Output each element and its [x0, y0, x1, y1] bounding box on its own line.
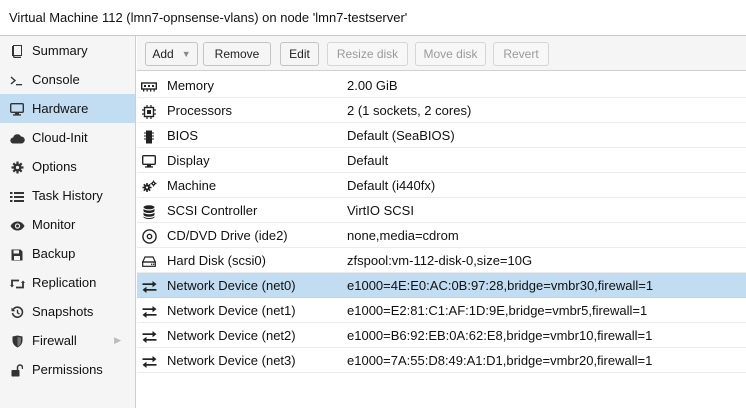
microchip-icon — [140, 123, 158, 148]
row-value: zfspool:vm-112-disk-0,size=10G — [347, 253, 533, 268]
add-button-label: Add — [152, 47, 174, 61]
table-row[interactable]: Processors 2 (1 sockets, 2 cores) — [137, 98, 746, 123]
resize-disk-button[interactable]: Resize disk — [327, 42, 408, 66]
sidebar-item-label: Cloud-Init — [32, 130, 88, 145]
revert-button[interactable]: Revert — [493, 42, 549, 66]
sidebar-item-cloud-init[interactable]: Cloud-Init — [0, 123, 135, 152]
gear-icon — [8, 152, 26, 181]
sidebar-item-label: Console — [32, 72, 80, 87]
book-icon — [8, 36, 26, 65]
row-value: 2.00 GiB — [347, 78, 398, 93]
list-icon — [8, 181, 26, 210]
edit-button[interactable]: Edit — [280, 42, 319, 66]
sidebar-item-label: Task History — [32, 188, 103, 203]
cogs-icon — [140, 173, 158, 198]
table-row[interactable]: Display Default — [137, 148, 746, 173]
sidebar-item-permissions[interactable]: Permissions — [0, 355, 135, 384]
row-value: none,media=cdrom — [347, 228, 459, 243]
table-row[interactable]: Network Device (net0) e1000=4E:E0:AC:0B:… — [137, 273, 746, 298]
hdd-icon — [140, 248, 158, 273]
sidebar-item-replication[interactable]: Replication — [0, 268, 135, 297]
row-name: Memory — [167, 78, 214, 93]
row-name: Processors — [167, 103, 233, 118]
row-name: CD/DVD Drive (ide2) — [167, 228, 288, 243]
row-name: Network Device (net0) — [167, 278, 296, 293]
row-value: e1000=B6:92:EB:0A:62:E8,bridge=vmbr10,fi… — [347, 328, 653, 343]
desktop-icon — [8, 94, 26, 123]
table-row[interactable]: BIOS Default (SeaBIOS) — [137, 123, 746, 148]
sidebar-item-monitor[interactable]: Monitor — [0, 210, 135, 239]
sidebar-item-label: Firewall — [32, 333, 77, 348]
row-name: Network Device (net1) — [167, 303, 296, 318]
shield-icon — [8, 326, 26, 355]
sidebar-item-label: Hardware — [32, 101, 89, 116]
sidebar-item-backup[interactable]: Backup — [0, 239, 135, 268]
row-value: Default (i440fx) — [347, 178, 436, 193]
row-value: e1000=E2:81:C1:AF:1D:9E,bridge=vmbr5,fir… — [347, 303, 648, 318]
floppy-icon — [8, 239, 26, 268]
row-name: SCSI Controller — [167, 203, 258, 218]
table-row[interactable]: SCSI Controller VirtIO SCSI — [137, 198, 746, 223]
sidebar-item-options[interactable]: Options — [0, 152, 135, 181]
sidebar-item-label: Replication — [32, 275, 97, 290]
exchange-icon — [140, 298, 158, 323]
sidebar-item-task-history[interactable]: Task History — [0, 181, 135, 210]
add-button[interactable]: Add ▼ — [145, 42, 198, 66]
database-icon — [140, 198, 158, 223]
history-icon — [8, 297, 26, 326]
sidebar-item-label: Snapshots — [32, 304, 94, 319]
sidebar-item-label: Options — [32, 159, 77, 174]
row-value: e1000=4E:E0:AC:0B:97:28,bridge=vmbr30,fi… — [347, 278, 654, 293]
terminal-icon — [8, 65, 26, 94]
move-disk-button[interactable]: Move disk — [415, 42, 486, 66]
row-name: Display — [167, 153, 210, 168]
retweet-icon — [8, 268, 26, 297]
sidebar-item-label: Permissions — [32, 362, 103, 377]
memory-icon — [140, 73, 158, 98]
cdrom-icon — [140, 223, 158, 248]
sidebar-item-label: Summary — [32, 43, 88, 58]
row-name: BIOS — [167, 128, 199, 143]
sidebar-item-label: Backup — [32, 246, 76, 261]
exchange-icon — [140, 323, 158, 348]
table-row[interactable]: Machine Default (i440fx) — [137, 173, 746, 198]
exchange-icon — [140, 273, 158, 298]
hardware-toolbar: Add ▼ Remove Edit Resize disk Move disk R… — [137, 36, 746, 71]
table-row[interactable]: Network Device (net3) e1000=7A:55:D8:49:… — [137, 348, 746, 373]
sidebar-item-firewall[interactable]: Firewall ▶ — [0, 326, 135, 355]
row-name: Machine — [167, 178, 217, 193]
row-value: e1000=7A:55:D8:49:A1:D1,bridge=vmbr20,fi… — [347, 353, 653, 368]
sidebar-item-snapshots[interactable]: Snapshots — [0, 297, 135, 326]
exchange-icon — [140, 348, 158, 373]
row-value: Default (SeaBIOS) — [347, 128, 455, 143]
chevron-down-icon: ▼ — [181, 49, 191, 59]
row-name: Hard Disk (scsi0) — [167, 253, 266, 268]
desktop-icon — [140, 148, 158, 173]
table-row[interactable]: Network Device (net2) e1000=B6:92:EB:0A:… — [137, 323, 746, 348]
row-value: VirtIO SCSI — [347, 203, 414, 218]
row-name: Network Device (net2) — [167, 328, 296, 343]
sidebar-item-console[interactable]: Console — [0, 65, 135, 94]
remove-button[interactable]: Remove — [203, 42, 271, 66]
unlock-icon — [8, 355, 26, 384]
expand-arrow-icon[interactable]: ▶ — [114, 326, 121, 355]
sidebar-item-summary[interactable]: Summary — [0, 36, 135, 65]
row-name: Network Device (net3) — [167, 353, 296, 368]
cpu-icon — [140, 98, 158, 123]
table-row[interactable]: CD/DVD Drive (ide2) none,media=cdrom — [137, 223, 746, 248]
cloud-icon — [8, 123, 26, 152]
eye-icon — [8, 210, 26, 239]
table-row[interactable]: Network Device (net1) e1000=E2:81:C1:AF:… — [137, 298, 746, 323]
window-title: Virtual Machine 112 (lmn7-opnsense-vlans… — [0, 0, 746, 36]
row-value: Default — [347, 153, 389, 168]
table-row[interactable]: Memory 2.00 GiB — [137, 73, 746, 98]
hardware-grid: Memory 2.00 GiB Processors 2 (1 sockets,… — [137, 73, 746, 373]
sidebar-nav: Summary Console Hardware Cloud-Init Opti… — [0, 36, 136, 408]
row-value: 2 (1 sockets, 2 cores) — [347, 103, 472, 118]
sidebar-item-label: Monitor — [32, 217, 76, 232]
sidebar-item-hardware[interactable]: Hardware — [0, 94, 135, 123]
table-row[interactable]: Hard Disk (scsi0) zfspool:vm-112-disk-0,… — [137, 248, 746, 273]
